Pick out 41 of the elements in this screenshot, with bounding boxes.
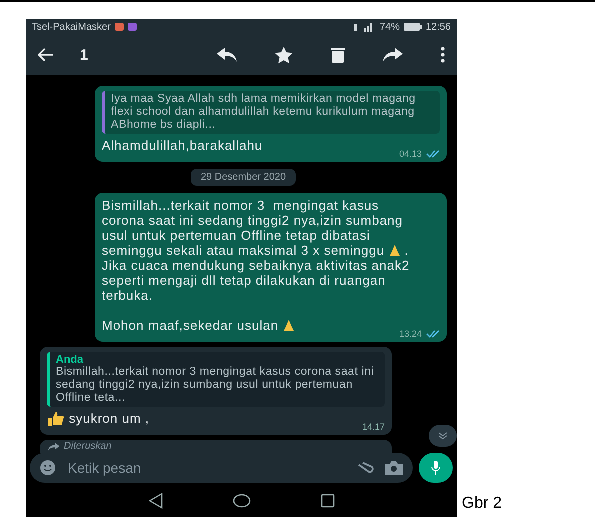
battery-icon (404, 23, 422, 31)
thumbs-up-icon (47, 411, 65, 426)
quoted-message[interactable]: Anda Bismillah...terkait nomor 3 mengingat kasus corona saat ini sedang tinggi2 nya,izin sumbang usul untuk pertemuan Offline teta... (47, 352, 385, 407)
forward-icon (48, 442, 60, 450)
paperclip-icon[interactable] (357, 462, 375, 474)
microphone-icon (431, 461, 441, 475)
date-chip: 29 Desember 2020 (190, 169, 296, 186)
double-chevron-icon (438, 432, 448, 440)
message-time: 14.17 (362, 422, 385, 432)
received-message-bubble[interactable]: Anda Bismillah...terkait nomor 3 mengingat kasus corona saat ini sedang tinggi2 nya,izin sumbang usul untuk pertemuan Offline teta... syukron um , 14.17 (40, 347, 392, 435)
trash-icon[interactable] (331, 47, 345, 63)
message-compose-field[interactable]: Ketik pesan (30, 453, 413, 483)
figure-caption: Gbr 2 (462, 495, 502, 513)
notification-icons (114, 23, 139, 31)
microphone-button[interactable] (419, 453, 453, 483)
quote-author: Anda (56, 354, 84, 366)
message-text: Alhamdulillah,barakallahu (102, 138, 264, 153)
quote-text: Bismillah...terkait nomor 3 mengingat kasus corona saat ini sedang tinggi2 nya,izin sumbang usul untuk pertemuan Offline teta... (56, 366, 376, 405)
message-time: 13.24 (399, 329, 422, 339)
home-circle-icon[interactable] (232, 494, 250, 508)
recents-square-icon[interactable] (320, 494, 334, 508)
sent-message-bubble[interactable]: Iya maa Syaa Allah sdh lama memikirkan model magang flexi school dan alhamdulillah ketemu kurikulum magang ABhome bs diapli... Alhamdulillah,barakallahu 04.13 (95, 86, 447, 162)
back-arrow-icon[interactable] (38, 48, 54, 62)
back-triangle-icon[interactable] (148, 493, 162, 509)
quote-text: Iya maa Syaa Allah sdh lama memikirkan model magang flexi school dan alhamdulillah ketemu kurikulum magang ABhome bs diapli... (111, 93, 417, 132)
scroll-down-button[interactable] (429, 425, 457, 447)
more-options-icon[interactable] (441, 47, 445, 63)
forwarded-label: Diteruskan (64, 441, 112, 452)
selected-count: 1 (80, 46, 90, 64)
carrier-name: Tsel-PakaiMasker (32, 22, 111, 32)
message-input-field[interactable]: Ketik pesan (66, 459, 347, 477)
sent-message-bubble[interactable] (95, 193, 447, 342)
quoted-message[interactable]: Iya maa Syaa Allah sdh lama memikirkan model magang flexi school dan alhamdulillah ketemu kurikulum magang ABhome bs diapli... (102, 91, 440, 134)
smiley-icon[interactable] (40, 460, 56, 476)
star-icon[interactable] (275, 46, 293, 64)
message-time: 04.13 (399, 149, 422, 159)
reply-icon[interactable] (217, 48, 237, 62)
camera-icon[interactable] (385, 461, 403, 475)
forward-icon[interactable] (383, 48, 403, 62)
battery-percent: 74% (380, 22, 400, 32)
clock-time: 12:56 (426, 22, 451, 32)
